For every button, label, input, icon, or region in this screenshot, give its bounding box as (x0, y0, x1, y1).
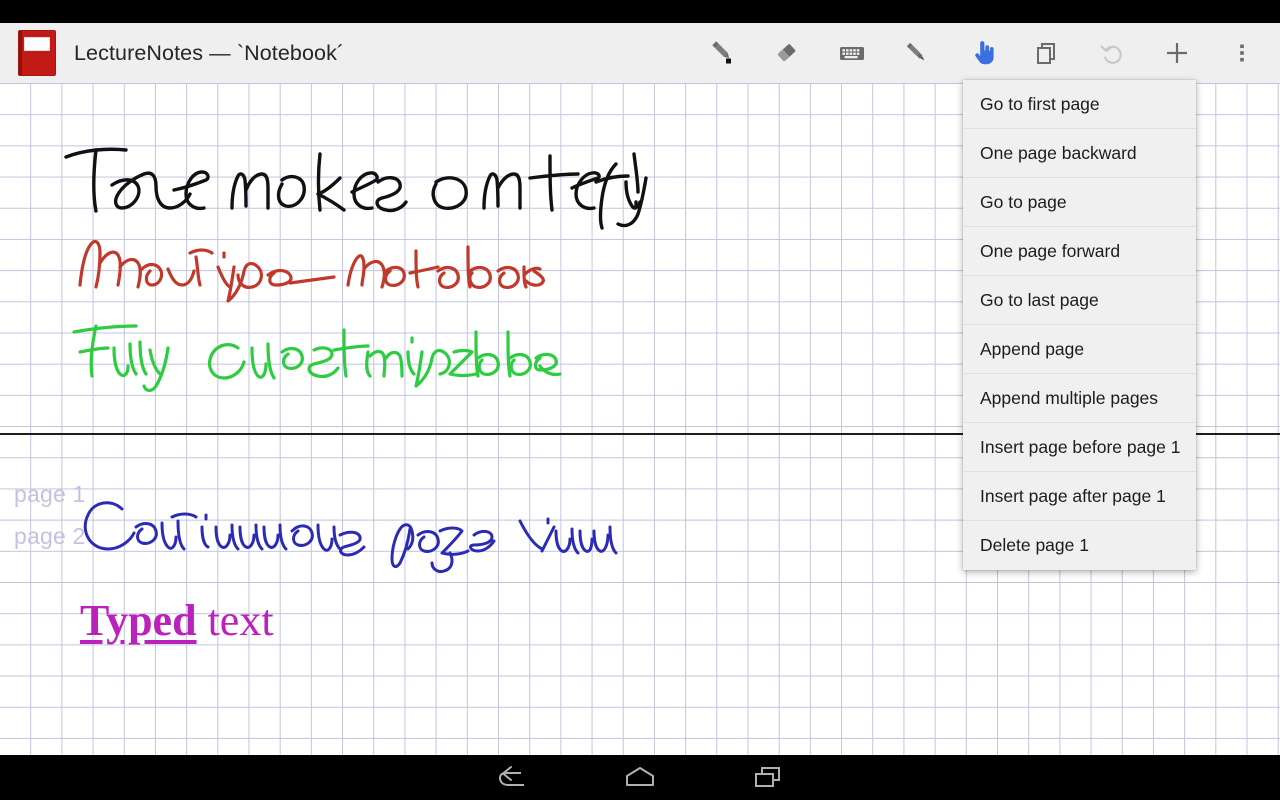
menu-item-delete-page[interactable]: Delete page 1 (963, 521, 1196, 570)
recents-icon (750, 763, 786, 793)
menu-item-append-page[interactable]: Append page (963, 325, 1196, 374)
menu-item-go-to-first-page[interactable]: Go to first page (963, 80, 1196, 129)
menu-item-one-page-backward[interactable]: One page backward (963, 129, 1196, 178)
add-button[interactable] (1144, 23, 1209, 83)
menu-item-one-page-forward[interactable]: One page forward (963, 227, 1196, 276)
app-title-bar: LectureNotes — `Notebook´ (0, 23, 1280, 83)
home-icon (622, 763, 658, 793)
hand-pointer-tool[interactable] (949, 23, 1014, 83)
more-vertical-icon (1227, 38, 1257, 68)
menu-item-go-to-page[interactable]: Go to page (963, 178, 1196, 227)
overflow-menu-button[interactable] (1209, 23, 1274, 83)
icon-spine (19, 31, 22, 75)
eraser-icon (772, 38, 802, 68)
typed-text-plain: text (197, 596, 274, 645)
undo-arrow-icon (1097, 38, 1127, 68)
page-actions-popup-menu: Go to first page One page backward Go to… (963, 80, 1196, 570)
home-button[interactable] (576, 755, 704, 800)
tablet-screen: LectureNotes — `Notebook´ (0, 0, 1280, 800)
page-title: LectureNotes — `Notebook´ (74, 41, 344, 66)
typed-text-bold: Typed (80, 596, 197, 645)
plus-icon (1162, 38, 1192, 68)
typed-text-block[interactable]: Typed text (80, 595, 274, 646)
handwriting-note-2 (72, 223, 552, 303)
pointing-hand-icon (967, 38, 997, 68)
menu-item-insert-page-before[interactable]: Insert page before page 1 (963, 423, 1196, 472)
notebook-app-icon (18, 30, 56, 76)
menu-item-append-multiple-pages[interactable]: Append multiple pages (963, 374, 1196, 423)
page-label-2: page 2 (14, 523, 86, 550)
menu-item-insert-page-after[interactable]: Insert page after page 1 (963, 472, 1196, 521)
copy-pages-icon (1032, 38, 1062, 68)
pencil-icon (707, 38, 737, 68)
pen-tool[interactable] (689, 23, 754, 83)
back-arrow-icon (495, 763, 529, 793)
handwriting-note-3 (66, 308, 546, 398)
android-navigation-bar (0, 755, 1280, 800)
handwriting-note-1 (60, 128, 660, 218)
page-manager-button[interactable] (1014, 23, 1079, 83)
handwriting-note-4 (78, 493, 618, 563)
back-button[interactable] (448, 755, 576, 800)
page-label-1: page 1 (14, 481, 86, 508)
keyboard-icon (837, 38, 867, 68)
undo-button[interactable] (1079, 23, 1144, 83)
toolbar (689, 23, 1280, 83)
recents-button[interactable] (704, 755, 832, 800)
marker-pen-icon (902, 38, 932, 68)
highlighter-tool[interactable] (884, 23, 949, 83)
eraser-tool[interactable] (754, 23, 819, 83)
android-status-bar (0, 0, 1280, 23)
keyboard-tool[interactable] (819, 23, 884, 83)
menu-item-go-to-last-page[interactable]: Go to last page (963, 276, 1196, 325)
